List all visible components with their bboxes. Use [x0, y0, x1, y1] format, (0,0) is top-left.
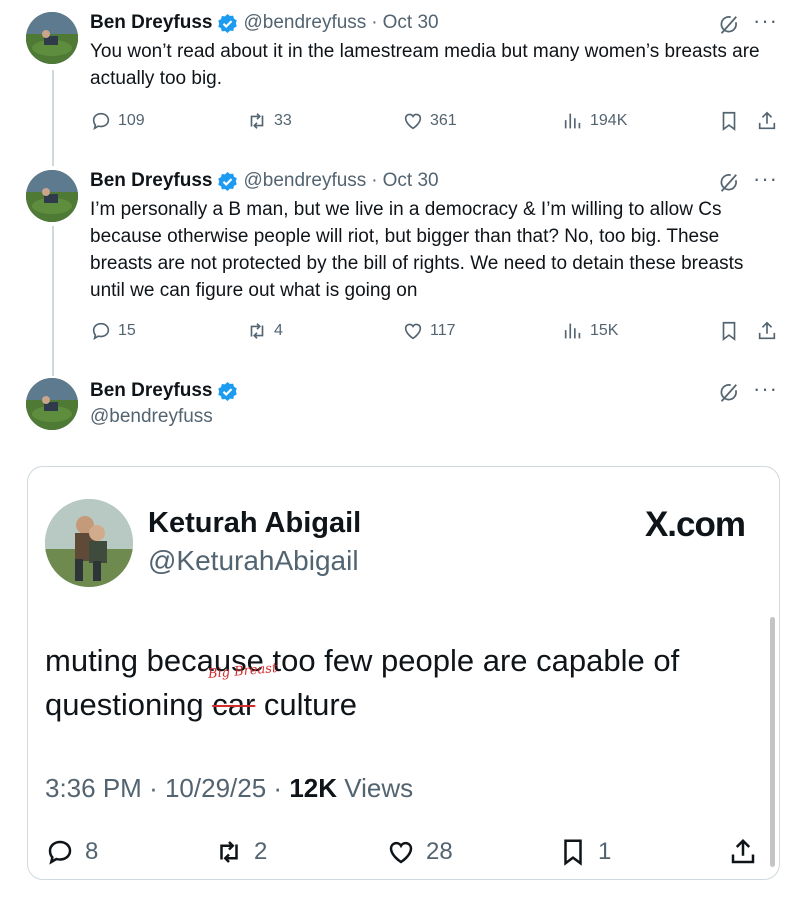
embedded-text-before: muting because too few people are capabl…: [45, 643, 680, 722]
tweet-text: You won’t read about it in the lamestrea…: [90, 41, 760, 89]
separator-dot: ·: [371, 12, 378, 33]
author-handle[interactable]: @bendreyfuss: [244, 12, 367, 34]
repost-count: 33: [274, 112, 292, 129]
author-name[interactable]: Ben Dreyfuss: [90, 380, 213, 402]
scrollbar: [770, 617, 775, 867]
like-button[interactable]: 361: [402, 110, 457, 132]
reply-count: 109: [118, 112, 145, 129]
embedded-reply-count: 8: [85, 838, 99, 865]
reply-button[interactable]: 15: [90, 320, 136, 342]
embedded-date: 10/29/25: [164, 773, 267, 803]
author-name[interactable]: Ben Dreyfuss: [90, 170, 213, 192]
views-button[interactable]: 194K: [562, 110, 627, 132]
reply-icon: [92, 322, 110, 341]
embedded-bookmark: 1: [558, 837, 611, 867]
embedded-avatar: [45, 499, 133, 587]
views-chart-icon: [564, 113, 581, 129]
grok-icon[interactable]: [717, 382, 739, 404]
more-options-button[interactable]: ···: [753, 378, 778, 400]
verified-badge-icon: [217, 13, 237, 33]
like-count: 361: [430, 112, 457, 129]
embedded-views-label: Views: [344, 773, 414, 803]
separator-dot: ·: [149, 773, 158, 803]
tweet-date[interactable]: Oct 30: [383, 170, 439, 192]
embedded-text-after: culture: [263, 687, 357, 722]
bookmark-icon: [564, 839, 582, 866]
embedded-author-handle: @KeturahAbigail: [148, 545, 359, 576]
bookmark-icon: [722, 111, 736, 131]
separator-dot: ·: [371, 170, 378, 191]
bookmark-icon: [722, 321, 736, 341]
embedded-repost-count: 2: [254, 838, 268, 865]
tweet[interactable]: Ben Dreyfuss @bendreyfuss · Oct 30 I’m p…: [0, 168, 792, 368]
author-handle[interactable]: @bendreyfuss: [244, 170, 367, 192]
share-button[interactable]: [756, 110, 784, 132]
share-icon: [731, 838, 755, 864]
views-count: 15K: [590, 322, 619, 339]
repost-icon: [250, 113, 264, 129]
views-count: 194K: [590, 112, 628, 129]
embedded-screenshot[interactable]: Keturah Abigail @KeturahAbigail X.com mu…: [27, 466, 780, 880]
author-handle[interactable]: @bendreyfuss: [90, 406, 774, 428]
embedded-share: [728, 837, 768, 867]
reply-icon: [48, 840, 72, 865]
views-chart-icon: [564, 323, 581, 339]
repost-icon: [220, 841, 238, 863]
repost-icon: [250, 323, 264, 339]
verified-badge-icon: [217, 171, 237, 191]
struck-word-group: Big Breast car: [208, 661, 278, 727]
repost-button[interactable]: 33: [246, 110, 292, 132]
share-icon: [758, 111, 776, 130]
more-options-button[interactable]: ···: [753, 10, 778, 32]
embedded-reply: 8: [45, 837, 98, 867]
verified-badge-icon: [217, 381, 237, 401]
embedded-meta: 3:36 PM · 10/29/25 · 12K Views: [45, 773, 413, 804]
like-button[interactable]: 117: [402, 320, 456, 342]
repost-count: 4: [274, 322, 283, 339]
like-count: 117: [430, 322, 456, 339]
reply-count: 15: [118, 322, 136, 339]
avatar[interactable]: [26, 170, 78, 222]
avatar[interactable]: [26, 12, 78, 64]
grok-icon[interactable]: [717, 172, 739, 194]
heart-icon: [404, 113, 422, 130]
grok-icon[interactable]: [717, 14, 739, 36]
share-icon: [758, 321, 776, 340]
bookmark-button[interactable]: [718, 320, 746, 342]
embedded-bookmark-count: 1: [598, 838, 612, 865]
views-button[interactable]: 15K: [562, 320, 618, 342]
separator-dot: ·: [273, 773, 283, 803]
embedded-tweet-text: muting because too few people are capabl…: [45, 639, 755, 727]
author-name[interactable]: Ben Dreyfuss: [90, 12, 213, 34]
struck-word: car: [212, 687, 256, 722]
heart-icon: [404, 323, 422, 340]
tweet-date[interactable]: Oct 30: [383, 12, 439, 34]
tweet[interactable]: Ben Dreyfuss @bendreyfuss · Oct 30 You w…: [0, 10, 792, 160]
embedded-repost: 2: [214, 837, 267, 867]
embedded-views-count: 12K: [289, 773, 338, 803]
reply-icon: [92, 112, 110, 131]
heart-icon: [389, 841, 413, 864]
share-button[interactable]: [756, 320, 784, 342]
embedded-time: 3:36 PM: [45, 773, 142, 803]
embedded-author-name: Keturah Abigail: [148, 507, 362, 539]
embedded-like-count: 28: [426, 838, 453, 865]
reply-button[interactable]: 109: [90, 110, 145, 132]
repost-button[interactable]: 4: [246, 320, 283, 342]
tweet-text: I’m personally a B man, but we live in a…: [90, 199, 744, 301]
x-logo: X.com: [644, 505, 746, 544]
embedded-like: 28: [386, 837, 453, 867]
bookmark-button[interactable]: [718, 110, 746, 132]
avatar[interactable]: [26, 378, 78, 430]
more-options-button[interactable]: ···: [753, 168, 778, 190]
